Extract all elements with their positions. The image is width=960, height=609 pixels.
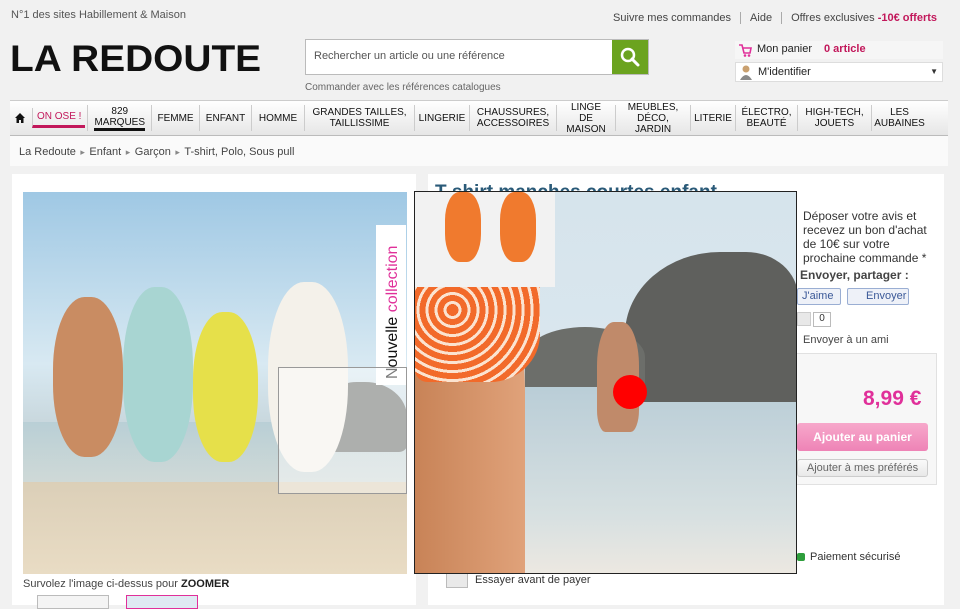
cart-count: 0 article xyxy=(824,43,866,55)
main-nav: ON OSE ! 829 MARQUES FEMME ENFANT HOMME … xyxy=(10,100,948,136)
chevron-right-icon: ▸ xyxy=(172,147,183,157)
add-to-favorites-button[interactable]: Ajouter à mes préférés xyxy=(797,459,928,477)
collection-word2: collection xyxy=(384,245,401,313)
add-to-cart-button[interactable]: Ajouter au panier xyxy=(797,423,928,451)
nav-electro[interactable]: ÉLECTRO, BEAUTÉ xyxy=(735,105,797,131)
identify-dropdown[interactable]: M'identifier ▼ xyxy=(735,62,943,82)
nav-femme[interactable]: FEMME xyxy=(151,105,199,131)
shirt-print xyxy=(445,192,481,262)
nav-lingerie[interactable]: LINGERIE xyxy=(414,105,469,131)
lock-icon xyxy=(797,553,805,561)
try-before-pay[interactable]: Essayer avant de payer xyxy=(475,574,591,586)
search-icon xyxy=(620,47,640,67)
thumbnail-selected[interactable] xyxy=(126,595,198,609)
search-input[interactable] xyxy=(312,49,606,63)
marques-count: 829 xyxy=(111,105,129,117)
breadcrumb-item[interactable]: Garçon xyxy=(135,146,171,158)
cliff xyxy=(625,252,796,402)
breadcrumb: La Redoute ▸ Enfant ▸ Garçon ▸ T-shirt, … xyxy=(10,136,948,166)
collection-banner: Nouvelle collection xyxy=(376,225,406,385)
search-box xyxy=(305,39,649,75)
nav-aubaines[interactable]: LES AUBAINES xyxy=(871,105,927,131)
nav-high-tech[interactable]: HIGH-TECH, JOUETS xyxy=(797,105,871,131)
shirt-print xyxy=(500,192,536,262)
logo[interactable]: LA REDOUTE xyxy=(10,38,261,80)
nav-grandes-tailles[interactable]: GRANDES TAILLES, TAILLISSIME xyxy=(304,105,414,131)
chevron-right-icon: ▸ xyxy=(123,147,133,157)
marques-label: MARQUES xyxy=(94,117,146,131)
secure-payment: Paiement sécurisé xyxy=(810,551,901,563)
offers-prefix: Offres exclusives xyxy=(791,12,875,24)
price: 8,99 € xyxy=(863,387,922,410)
nav-marques[interactable]: 829 MARQUES xyxy=(87,105,151,131)
like-button[interactable]: J'aime xyxy=(797,288,841,305)
child-figure xyxy=(53,297,123,457)
user-icon xyxy=(740,65,752,80)
cursor-marker xyxy=(613,375,647,409)
zoom-lens[interactable] xyxy=(278,367,407,494)
zoom-hint: Survolez l'image ci-dessus pour ZOOMER xyxy=(23,578,229,590)
chevron-right-icon: ▸ xyxy=(77,147,88,157)
share-title: Envoyer, partager : xyxy=(800,268,909,282)
zoom-hint-prefix: Survolez l'image ci-dessus pour xyxy=(23,578,178,590)
zoom-view xyxy=(414,191,797,574)
share-count: 0 xyxy=(813,312,831,327)
thumbnail[interactable] xyxy=(37,595,109,609)
review-offer[interactable]: Déposer votre avis et recevez un bon d'a… xyxy=(803,209,943,265)
plus-one-icon[interactable] xyxy=(797,312,811,326)
nav-enfant[interactable]: ENFANT xyxy=(199,105,251,131)
top-links: Suivre mes commandes Aide Offres exclusi… xyxy=(604,12,946,24)
cart[interactable]: Mon panier 0 article xyxy=(735,41,943,59)
home-icon xyxy=(15,113,25,123)
cart-icon xyxy=(739,44,752,57)
identify-label: M'identifier xyxy=(758,66,811,78)
breadcrumb-item[interactable]: Enfant xyxy=(89,146,121,158)
nav-homme[interactable]: HOMME xyxy=(251,105,304,131)
product-title: T-shirt manches courtes enfant xyxy=(435,181,795,191)
tagline: N°1 des sites Habillement & Maison xyxy=(11,9,186,21)
nav-chaussures[interactable]: CHAUSSURES, ACCESSOIRES xyxy=(469,105,556,131)
nav-on-ose[interactable]: ON OSE ! xyxy=(32,108,86,128)
offers-highlight: -10€ offerts xyxy=(877,12,937,24)
nav-home[interactable] xyxy=(10,105,30,131)
zoom-hint-strong: ZOOMER xyxy=(181,578,230,590)
send-friend-link[interactable]: Envoyer à un ami xyxy=(803,334,889,346)
orders-link[interactable]: Suivre mes commandes xyxy=(604,12,740,24)
send-button[interactable]: Envoyer xyxy=(847,288,909,305)
child-figure xyxy=(193,312,258,462)
search-button[interactable] xyxy=(612,40,648,74)
nav-literie[interactable]: LITERIE xyxy=(690,105,735,131)
child-figure xyxy=(123,287,193,462)
help-link[interactable]: Aide xyxy=(740,12,781,24)
try-icon xyxy=(446,572,468,588)
breadcrumb-item[interactable]: T-shirt, Polo, Sous pull xyxy=(184,146,294,158)
nav-linge-de-maison[interactable]: LINGE DE MAISON xyxy=(556,102,615,135)
nav-meubles[interactable]: MEUBLES, DÉCO, JARDIN xyxy=(615,102,690,135)
breadcrumb-item[interactable]: La Redoute xyxy=(19,146,76,158)
cart-label: Mon panier xyxy=(757,43,813,55)
offers-link[interactable]: Offres exclusives -10€ offerts xyxy=(781,12,946,24)
send-label: Envoyer xyxy=(866,290,907,302)
search-catalog-link[interactable]: Commander avec les références catalogues xyxy=(305,82,501,93)
chevron-down-icon: ▼ xyxy=(930,67,938,76)
